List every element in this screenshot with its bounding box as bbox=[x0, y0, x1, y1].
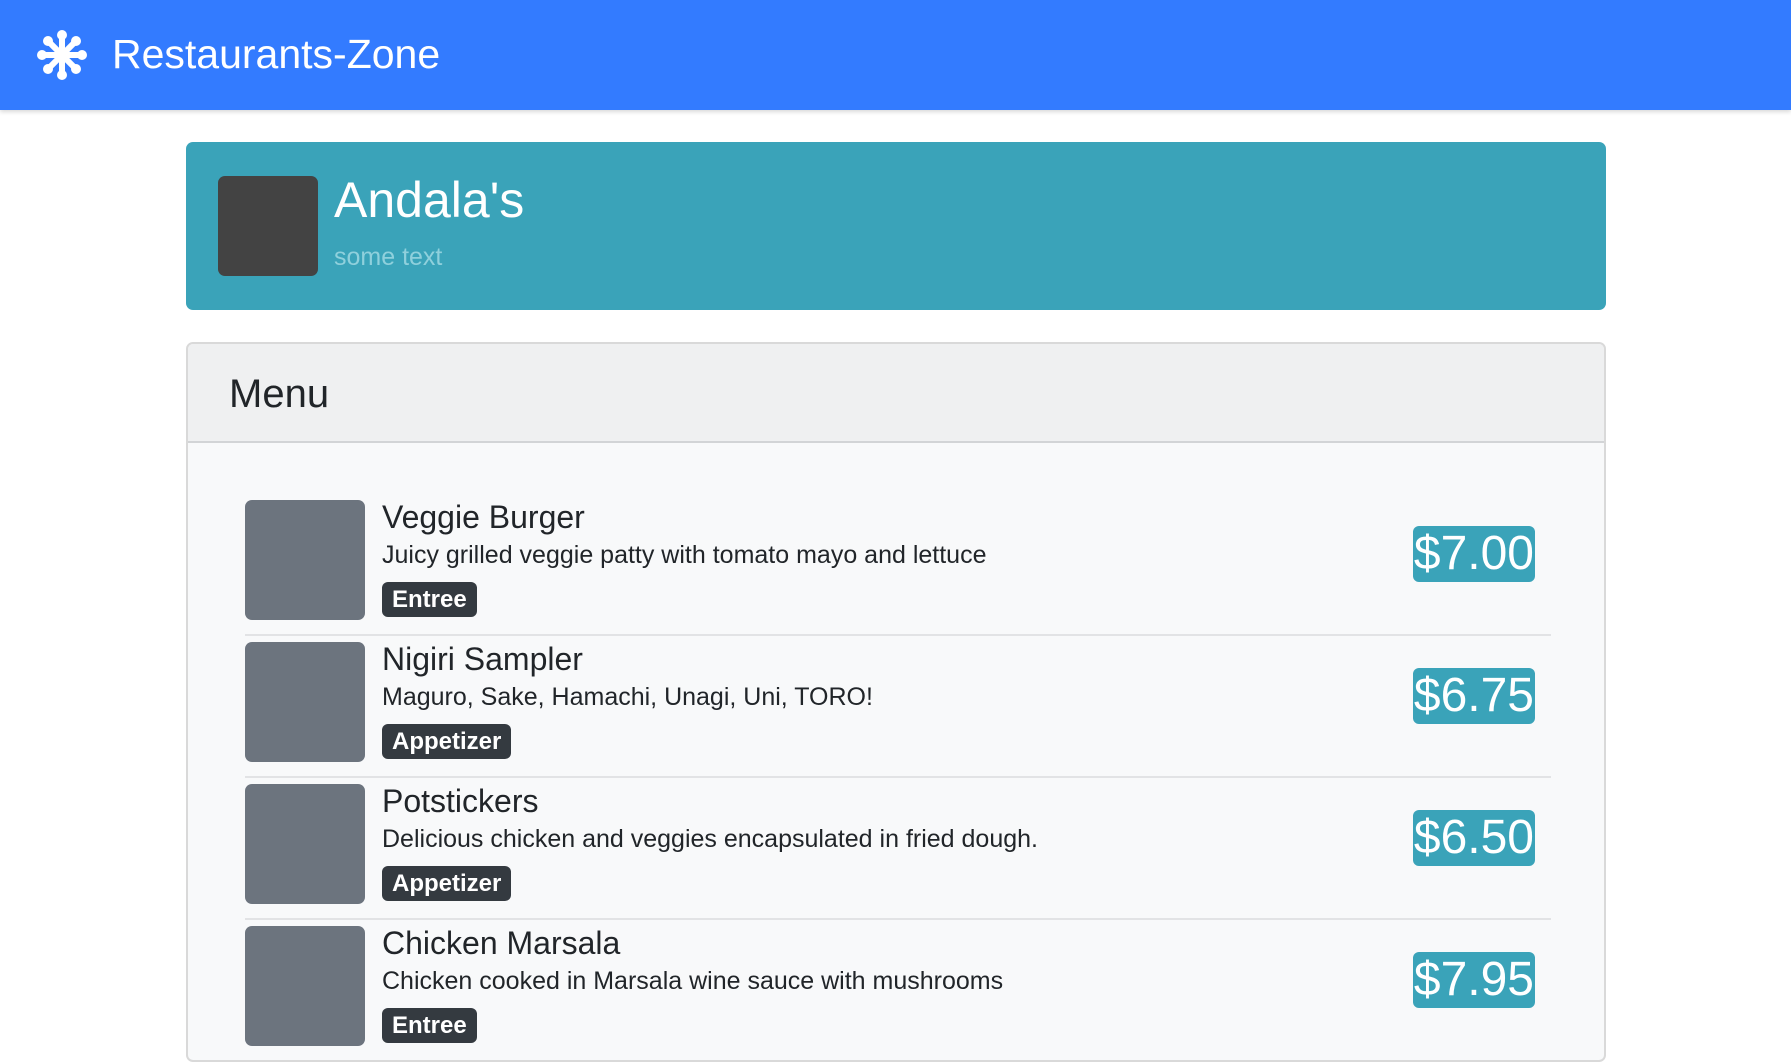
restaurant-banner: Andala's some text bbox=[186, 142, 1606, 310]
asterisk-icon[interactable] bbox=[34, 29, 90, 81]
menu-item-category-badge: Entree bbox=[382, 1008, 477, 1043]
menu-card: Menu Veggie Burger Juicy grilled veggie … bbox=[186, 342, 1606, 1062]
menu-item-thumbnail bbox=[245, 926, 365, 1046]
menu-item-name: Nigiri Sampler bbox=[382, 641, 583, 677]
menu-item-price-badge: $7.95 bbox=[1412, 952, 1535, 1008]
menu-item[interactable]: Potstickers Delicious chicken and veggie… bbox=[245, 778, 1551, 920]
menu-item-price-badge: $6.75 bbox=[1412, 668, 1535, 724]
navbar: Restaurants-Zone bbox=[0, 0, 1791, 110]
menu-item-description: Chicken cooked in Marsala wine sauce wit… bbox=[382, 967, 1004, 995]
restaurant-avatar bbox=[218, 176, 318, 276]
menu-item-description: Maguro, Sake, Hamachi, Unagi, Uni, TORO! bbox=[382, 683, 873, 711]
menu-item-category-badge: Entree bbox=[382, 582, 477, 617]
menu-item-category-badge: Appetizer bbox=[382, 724, 512, 759]
brand-title[interactable]: Restaurants-Zone bbox=[112, 30, 440, 78]
menu-item-name: Veggie Burger bbox=[382, 499, 585, 535]
restaurant-subtitle: some text bbox=[334, 243, 443, 271]
menu-item[interactable]: Veggie Burger Juicy grilled veggie patty… bbox=[245, 494, 1551, 636]
menu-item[interactable]: Chicken Marsala Chicken cooked in Marsal… bbox=[245, 920, 1551, 1060]
menu-list: Veggie Burger Juicy grilled veggie patty… bbox=[245, 494, 1551, 1060]
menu-item-thumbnail bbox=[245, 784, 365, 904]
menu-item-thumbnail bbox=[245, 500, 365, 620]
menu-item-thumbnail bbox=[245, 642, 365, 762]
menu-item-category-badge: Appetizer bbox=[382, 866, 512, 901]
menu-item-name: Potstickers bbox=[382, 783, 539, 819]
menu-item-price-badge: $6.50 bbox=[1412, 810, 1535, 866]
menu-item-description: Delicious chicken and veggies encapsulat… bbox=[382, 825, 1038, 853]
menu-item-price-badge: $7.00 bbox=[1412, 526, 1535, 582]
menu-item-name: Chicken Marsala bbox=[382, 925, 621, 961]
menu-title: Menu bbox=[229, 372, 330, 416]
restaurant-name: Andala's bbox=[334, 172, 525, 228]
menu-item[interactable]: Nigiri Sampler Maguro, Sake, Hamachi, Un… bbox=[245, 636, 1551, 778]
menu-item-description: Juicy grilled veggie patty with tomato m… bbox=[382, 541, 987, 569]
menu-card-header: Menu bbox=[188, 344, 1604, 443]
